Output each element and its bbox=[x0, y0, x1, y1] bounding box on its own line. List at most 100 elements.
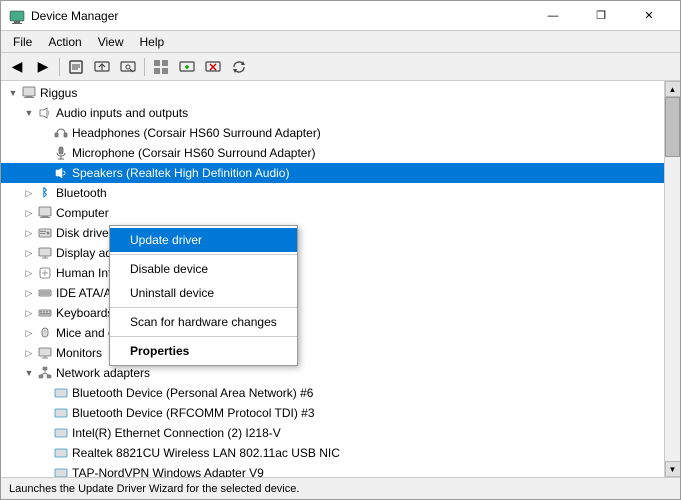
tree-item-audio[interactable]: ▼ Audio inputs and outputs bbox=[1, 103, 664, 123]
expand-audio[interactable]: ▼ bbox=[21, 105, 37, 121]
expand-bluetooth[interactable]: ▷ bbox=[21, 185, 37, 201]
disk-icon bbox=[37, 225, 53, 241]
uninstall-toolbar-button[interactable] bbox=[201, 56, 225, 78]
headphones-label: Headphones (Corsair HS60 Surround Adapte… bbox=[72, 126, 321, 140]
tree-item-display[interactable]: ▷ Display adapters bbox=[1, 243, 664, 263]
scroll-down-button[interactable]: ▼ bbox=[665, 461, 681, 477]
expand-monitors[interactable]: ▷ bbox=[21, 345, 37, 361]
bluetooth-icon: ᛒ bbox=[37, 185, 53, 201]
monitors-label: Monitors bbox=[56, 346, 102, 360]
tree-item-riggus[interactable]: ▼ Riggus bbox=[1, 83, 664, 103]
menu-bar: File Action View Help bbox=[1, 31, 680, 53]
realtek-wifi-icon bbox=[53, 445, 69, 461]
mouse-icon bbox=[37, 325, 53, 341]
tree-item-computer[interactable]: ▷ Computer bbox=[1, 203, 664, 223]
content-area: ▼ Riggus ▼ Audio inputs and outputs ▷ bbox=[1, 81, 680, 477]
toolbar-separator-1 bbox=[59, 58, 60, 76]
computer-label: Computer bbox=[56, 206, 109, 220]
minimize-button[interactable]: — bbox=[530, 1, 576, 31]
intel-eth-icon bbox=[53, 425, 69, 441]
tree-item-headphones[interactable]: ▷ Headphones (Corsair HS60 Surround Adap… bbox=[1, 123, 664, 143]
microphone-label: Microphone (Corsair HS60 Surround Adapte… bbox=[72, 146, 315, 160]
tree-item-bluetooth[interactable]: ▷ ᛒ Bluetooth bbox=[1, 183, 664, 203]
tree-item-bt-rfcomm[interactable]: ▷ Bluetooth Device (RFCOMM Protocol TDI)… bbox=[1, 403, 664, 423]
add-legacy-button[interactable] bbox=[175, 56, 199, 78]
computer-icon2 bbox=[37, 205, 53, 221]
scrollbar[interactable]: ▲ ▼ bbox=[664, 81, 680, 477]
ide-icon bbox=[37, 285, 53, 301]
network-label: Network adapters bbox=[56, 366, 150, 380]
close-button[interactable]: ✕ bbox=[626, 1, 672, 31]
ctx-update-driver[interactable]: Update driver bbox=[110, 228, 297, 252]
audio-label: Audio inputs and outputs bbox=[56, 106, 188, 120]
ctx-properties[interactable]: Properties bbox=[110, 339, 297, 363]
realtek-wifi-label: Realtek 8821CU Wireless LAN 802.11ac USB… bbox=[72, 446, 340, 460]
scan-button[interactable] bbox=[116, 56, 140, 78]
tree-item-hid[interactable]: ▷ Human Interface Devices bbox=[1, 263, 664, 283]
tree-item-ide[interactable]: ▷ IDE ATA/ATAPI controllers bbox=[1, 283, 664, 303]
toolbar-separator-2 bbox=[144, 58, 145, 76]
keyboards-label: Keyboards bbox=[56, 306, 113, 320]
expand-riggus[interactable]: ▼ bbox=[5, 85, 21, 101]
back-button[interactable]: ◀ bbox=[5, 56, 29, 78]
menu-help[interactable]: Help bbox=[132, 33, 173, 51]
tree-item-monitors[interactable]: ▷ Monitors bbox=[1, 343, 664, 363]
intel-eth-label: Intel(R) Ethernet Connection (2) I218-V bbox=[72, 426, 281, 440]
monitor-icon bbox=[37, 345, 53, 361]
hid-icon bbox=[37, 265, 53, 281]
expand-keyboards[interactable]: ▷ bbox=[21, 305, 37, 321]
tree-item-intel-eth[interactable]: ▷ Intel(R) Ethernet Connection (2) I218-… bbox=[1, 423, 664, 443]
keyboard-icon bbox=[37, 305, 53, 321]
show-hidden-button[interactable] bbox=[149, 56, 173, 78]
audio-icon bbox=[37, 105, 53, 121]
tree-item-tap-nord[interactable]: ▷ TAP-NordVPN Windows Adapter V9 bbox=[1, 463, 664, 477]
scroll-thumb[interactable] bbox=[665, 97, 680, 157]
expand-mice[interactable]: ▷ bbox=[21, 325, 37, 341]
context-menu: Update driver Disable device Uninstall d… bbox=[109, 225, 298, 366]
properties-button[interactable] bbox=[64, 56, 88, 78]
tree-item-disk[interactable]: ▷ Disk drives bbox=[1, 223, 664, 243]
ctx-scan-hardware[interactable]: Scan for hardware changes bbox=[110, 310, 297, 334]
window-title: Device Manager bbox=[31, 9, 530, 23]
disk-label: Disk drives bbox=[56, 226, 115, 240]
restore-button[interactable]: ❒ bbox=[578, 1, 624, 31]
tree-item-microphone[interactable]: ▷ Microphone (Corsair HS60 Surround Adap… bbox=[1, 143, 664, 163]
headphones-icon bbox=[53, 125, 69, 141]
computer-icon bbox=[21, 85, 37, 101]
update-driver-toolbar-button[interactable] bbox=[90, 56, 114, 78]
tree-item-speakers[interactable]: ▷ Speakers (Realtek High Definition Audi… bbox=[1, 163, 664, 183]
bt-personal-label: Bluetooth Device (Personal Area Network)… bbox=[72, 386, 313, 400]
expand-ide[interactable]: ▷ bbox=[21, 285, 37, 301]
menu-file[interactable]: File bbox=[5, 33, 40, 51]
expand-disk[interactable]: ▷ bbox=[21, 225, 37, 241]
riggus-label: Riggus bbox=[40, 86, 77, 100]
title-bar: Device Manager — ❒ ✕ bbox=[1, 1, 680, 31]
tree-item-realtek-wifi[interactable]: ▷ Realtek 8821CU Wireless LAN 802.11ac U… bbox=[1, 443, 664, 463]
tree-item-mice[interactable]: ▷ Mice and other pointing devices bbox=[1, 323, 664, 343]
scroll-up-button[interactable]: ▲ bbox=[665, 81, 681, 97]
ctx-disable-device[interactable]: Disable device bbox=[110, 257, 297, 281]
tree-item-bt-personal[interactable]: ▷ Bluetooth Device (Personal Area Networ… bbox=[1, 383, 664, 403]
forward-button[interactable]: ▶ bbox=[31, 56, 55, 78]
speakers-label: Speakers (Realtek High Definition Audio) bbox=[72, 166, 289, 180]
ctx-separator-1 bbox=[110, 254, 297, 255]
scroll-track[interactable] bbox=[665, 97, 680, 461]
expand-computer[interactable]: ▷ bbox=[21, 205, 37, 221]
menu-action[interactable]: Action bbox=[40, 33, 89, 51]
microphone-icon bbox=[53, 145, 69, 161]
bluetooth-label: Bluetooth bbox=[56, 186, 107, 200]
bt-rfcomm-icon bbox=[53, 405, 69, 421]
device-manager-window: Device Manager — ❒ ✕ File Action View He… bbox=[0, 0, 681, 500]
tree-item-network[interactable]: ▼ Network adapters bbox=[1, 363, 664, 383]
expand-hid[interactable]: ▷ bbox=[21, 265, 37, 281]
ctx-uninstall-device[interactable]: Uninstall device bbox=[110, 281, 297, 305]
bt-rfcomm-label: Bluetooth Device (RFCOMM Protocol TDI) #… bbox=[72, 406, 315, 420]
expand-display[interactable]: ▷ bbox=[21, 245, 37, 261]
menu-view[interactable]: View bbox=[90, 33, 132, 51]
tree-panel[interactable]: ▼ Riggus ▼ Audio inputs and outputs ▷ bbox=[1, 81, 664, 477]
expand-network[interactable]: ▼ bbox=[21, 365, 37, 381]
refresh-button[interactable] bbox=[227, 56, 251, 78]
tree-item-keyboards[interactable]: ▷ Keyboards bbox=[1, 303, 664, 323]
network-icon bbox=[37, 365, 53, 381]
status-bar: Launches the Update Driver Wizard for th… bbox=[1, 477, 680, 499]
